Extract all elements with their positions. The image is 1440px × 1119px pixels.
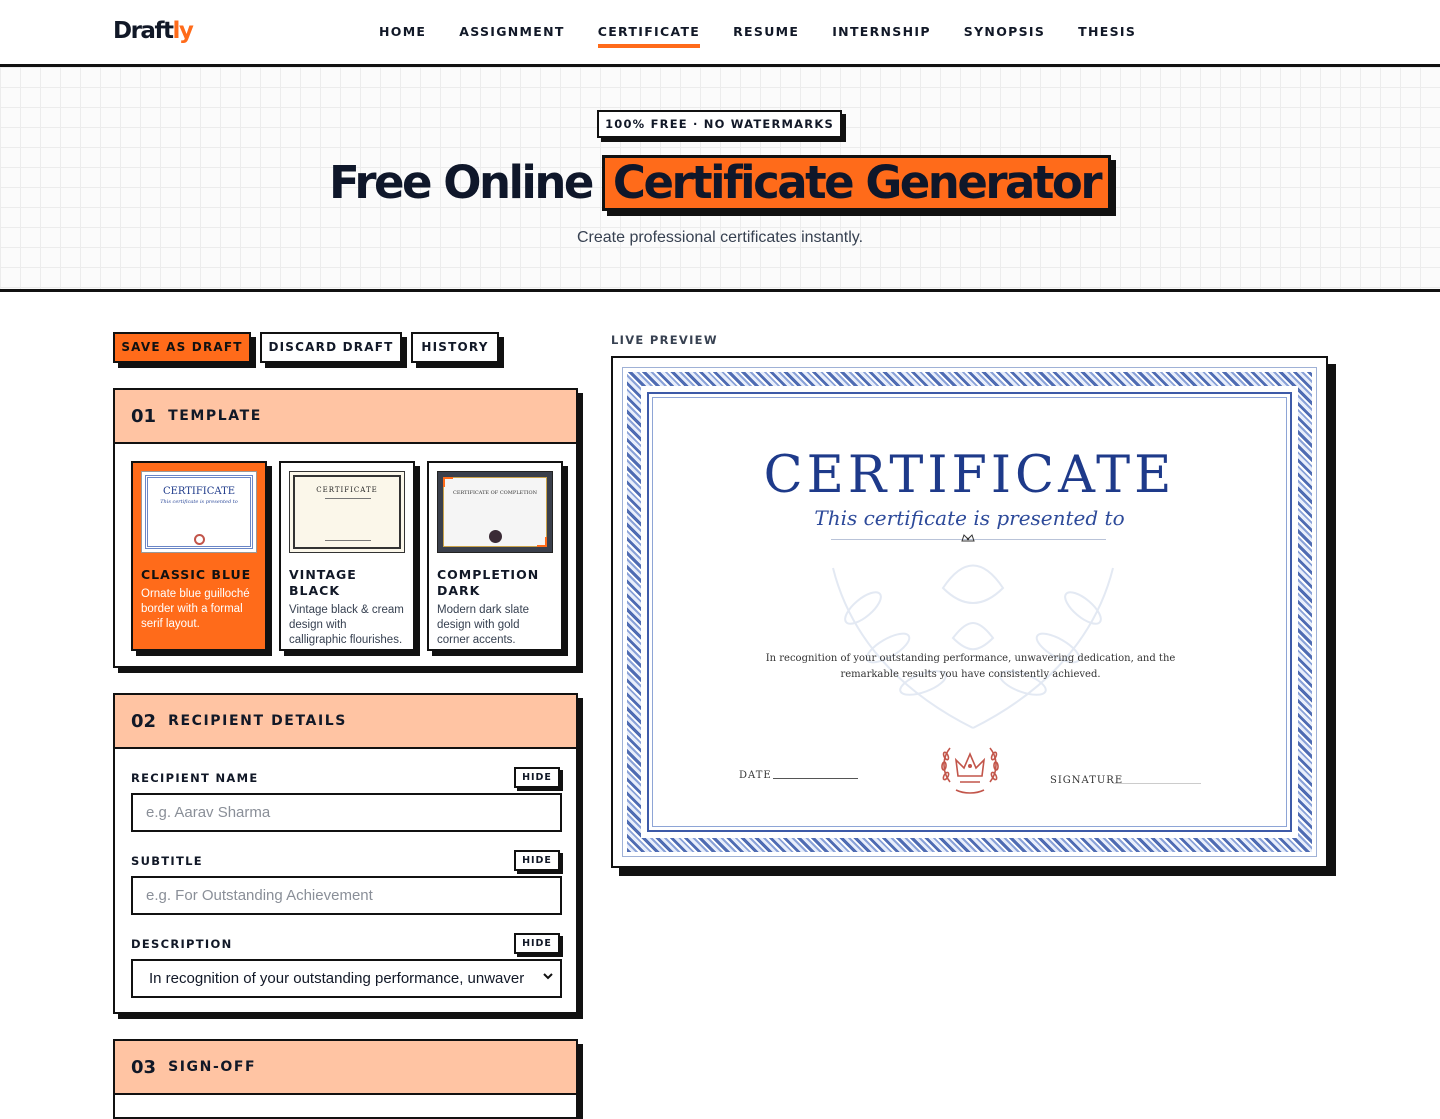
nav-resume[interactable]: RESUME bbox=[733, 24, 799, 48]
description-label: DESCRIPTION bbox=[131, 937, 233, 951]
hide-recipient-name-button[interactable]: HIDE bbox=[514, 767, 560, 788]
certificate-preview: CERTIFICATE This certificate is presente… bbox=[611, 356, 1328, 868]
logo-main: Draft bbox=[113, 18, 174, 44]
certificate-title: CERTIFICATE bbox=[763, 446, 1176, 505]
nav-internship[interactable]: INTERNSHIP bbox=[832, 24, 931, 48]
signoff-panel-header[interactable]: 03 SIGN-OFF bbox=[115, 1041, 576, 1095]
save-draft-button[interactable]: SAVE AS DRAFT bbox=[113, 332, 251, 363]
section-number: 03 bbox=[131, 1056, 157, 1078]
subtitle-label: SUBTITLE bbox=[131, 854, 203, 868]
template-description: Vintage black & cream design with callig… bbox=[289, 604, 404, 646]
nav-assignment[interactable]: ASSIGNMENT bbox=[459, 24, 564, 48]
chevron-down-icon bbox=[542, 961, 554, 996]
discard-draft-button[interactable]: DISCARD DRAFT bbox=[260, 332, 402, 363]
signature-line bbox=[1113, 783, 1201, 784]
thumb-title: CERTIFICATE bbox=[162, 486, 236, 497]
recipient-panel-header[interactable]: 02 RECIPIENT DETAILS bbox=[115, 695, 576, 749]
certificate-description: In recognition of your outstanding perfo… bbox=[765, 653, 1176, 680]
live-preview-label: LIVE PREVIEW bbox=[611, 333, 718, 347]
section-title: TEMPLATE bbox=[168, 408, 262, 424]
leaf-watermark-icon bbox=[832, 564, 1114, 729]
template-name: COMPLETION DARK bbox=[437, 567, 540, 598]
signoff-panel: 03 SIGN-OFF bbox=[113, 1039, 578, 1119]
template-thumbnail: CERTIFICATE OF COMPLETION bbox=[437, 471, 553, 553]
template-name: VINTAGE BLACK bbox=[289, 567, 357, 598]
seal-icon bbox=[194, 534, 205, 545]
title-plain: Free Online bbox=[328, 156, 594, 209]
logo-accent: ly bbox=[172, 18, 193, 44]
template-name: CLASSIC BLUE bbox=[141, 567, 252, 582]
nav-thesis[interactable]: THESIS bbox=[1078, 24, 1136, 48]
subtitle-input[interactable] bbox=[131, 876, 562, 915]
template-panel-header[interactable]: 01 TEMPLATE bbox=[115, 390, 576, 444]
template-thumbnail: CERTIFICATE This certificate is presente… bbox=[141, 471, 257, 553]
hero-section: 100% FREE · NO WATERMARKS Free Online Cer… bbox=[0, 64, 1440, 292]
seal-icon bbox=[489, 530, 502, 543]
certificate: CERTIFICATE This certificate is presente… bbox=[622, 367, 1317, 857]
description-select[interactable]: In recognition of your outstanding perfo… bbox=[131, 959, 562, 998]
template-description: Modern dark slate design with gold corne… bbox=[437, 604, 530, 646]
template-card-vintage-black[interactable]: CERTIFICATE VINTAGE BLACK Vintage black … bbox=[279, 461, 415, 651]
thumb-subtitle: This certificate is presented to bbox=[160, 499, 238, 505]
main-menu: HOME ASSIGNMENT CERTIFICATE RESUME INTER… bbox=[379, 24, 1169, 48]
section-title: SIGN-OFF bbox=[168, 1059, 257, 1075]
template-card-completion-dark[interactable]: CERTIFICATE OF COMPLETION COMPLETION DAR… bbox=[427, 461, 563, 651]
nav-certificate[interactable]: CERTIFICATE bbox=[597, 24, 701, 48]
certificate-subtitle: This certificate is presented to bbox=[814, 506, 1125, 530]
seal-icon bbox=[941, 747, 999, 794]
hide-subtitle-button[interactable]: HIDE bbox=[514, 850, 560, 871]
crown-ornament-icon bbox=[961, 532, 975, 546]
title-highlight: Certificate Generator bbox=[601, 155, 1112, 211]
logo[interactable]: Draftly bbox=[113, 18, 194, 44]
nav-home[interactable]: HOME bbox=[379, 24, 426, 48]
free-badge: 100% FREE · NO WATERMARKS bbox=[597, 110, 842, 138]
hide-description-button[interactable]: HIDE bbox=[514, 933, 560, 954]
template-card-classic-blue[interactable]: CERTIFICATE This certificate is presente… bbox=[131, 461, 267, 651]
section-number: 01 bbox=[131, 405, 157, 427]
date-label: DATE bbox=[739, 770, 772, 781]
history-button[interactable]: HISTORY bbox=[411, 332, 499, 363]
page-title: Free Online Certificate Generator bbox=[0, 155, 1440, 211]
thumb-title: CERTIFICATE OF COMPLETION bbox=[453, 490, 537, 496]
top-nav: Draftly HOME ASSIGNMENT CERTIFICATE RESU… bbox=[0, 0, 1440, 64]
recipient-name-input[interactable] bbox=[131, 793, 562, 832]
template-description: Ornate blue guilloché border with a form… bbox=[141, 588, 250, 630]
template-thumbnail: CERTIFICATE bbox=[289, 471, 405, 553]
section-number: 02 bbox=[131, 710, 157, 732]
section-title: RECIPIENT DETAILS bbox=[168, 713, 347, 729]
nav-synopsis[interactable]: SYNOPSIS bbox=[964, 24, 1045, 48]
recipient-panel: 02 RECIPIENT DETAILS RECIPIENT NAME HIDE… bbox=[113, 693, 578, 1014]
thumb-title: CERTIFICATE bbox=[316, 486, 378, 494]
date-line bbox=[773, 778, 858, 779]
recipient-name-label: RECIPIENT NAME bbox=[131, 771, 259, 785]
signature-label: SIGNATURE bbox=[1050, 775, 1124, 786]
description-selected-value: In recognition of your outstanding perfo… bbox=[149, 970, 525, 987]
hero-subtitle: Create professional certificates instant… bbox=[576, 229, 864, 246]
template-panel: 01 TEMPLATE CERTIFICATE This certificate… bbox=[113, 388, 578, 668]
